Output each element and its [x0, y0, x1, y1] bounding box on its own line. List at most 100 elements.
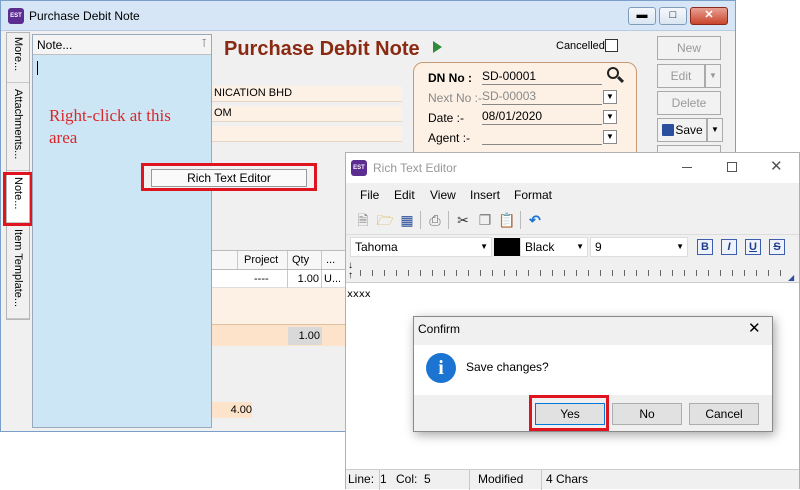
cancel-button[interactable]: Cancel [689, 403, 759, 425]
menu-insert[interactable]: Insert [470, 188, 500, 202]
save-label: Save [675, 123, 703, 137]
agent-field[interactable] [482, 129, 602, 145]
menu-format[interactable]: Format [514, 188, 552, 202]
new-button[interactable]: New [657, 36, 721, 60]
note-panel-header: Note... ⊺ [33, 35, 211, 55]
agent-label: Agent :- [428, 131, 471, 145]
grid-header-more[interactable]: ... [322, 251, 346, 269]
menu-file[interactable]: File [360, 188, 379, 202]
note-panel-title: Note... [37, 38, 73, 52]
ruler-ticks [360, 270, 790, 276]
color-swatch[interactable] [494, 238, 520, 256]
indent-marker-icon[interactable]: ↓ ↑ [348, 261, 353, 281]
minimize-button[interactable]: ▬ [628, 7, 656, 25]
undo-icon[interactable]: ↶ [526, 211, 544, 229]
italic-button[interactable]: I [721, 239, 737, 255]
save-icon[interactable]: ▦ [398, 211, 416, 229]
app-icon: EST [8, 8, 24, 24]
close-button[interactable]: ✕ [690, 7, 728, 25]
chevron-down-icon: ▼ [676, 242, 684, 251]
yes-button-highlight [529, 395, 609, 431]
grid-header: Project Qty ... [212, 250, 346, 270]
copy-icon[interactable]: ❐ [476, 211, 494, 229]
right-click-hint: Right-click at this area [49, 106, 171, 147]
next-no-value: SD-00003 [482, 89, 537, 103]
date-label: Date :- [428, 111, 465, 125]
tab-attachments[interactable]: Attachments... [7, 85, 29, 171]
grid-total-row: 1.00 [212, 324, 346, 346]
rte-maximize-icon[interactable] [727, 162, 737, 172]
new-document-icon[interactable]: 🗎 [354, 211, 372, 229]
grid-header-qty[interactable]: Qty [288, 251, 322, 269]
menu-edit[interactable]: Edit [394, 188, 415, 202]
main-title-bar[interactable]: EST Purchase Debit Note ▬ □ ✕ [1, 1, 735, 31]
address-field[interactable]: OM [212, 106, 402, 122]
cancelled-checkbox[interactable] [605, 39, 618, 52]
save-button[interactable]: Save [657, 118, 707, 142]
context-menu: Rich Text Editor [141, 163, 317, 191]
dn-no-label: DN No : [428, 71, 472, 85]
delete-button[interactable]: Delete [657, 91, 721, 115]
rte-ruler[interactable]: ↓ ↑ ◢ [346, 259, 799, 283]
agent-dropdown[interactable]: ▼ [603, 130, 617, 144]
bold-button[interactable]: B [697, 239, 713, 255]
rte-title-bar[interactable]: EST Rich Text Editor ✕ [346, 153, 799, 183]
confirm-message: Save changes? [466, 360, 549, 374]
pin-icon[interactable]: ⊺ [201, 37, 207, 50]
search-icon[interactable] [606, 66, 625, 84]
rte-toolbar: 🗎 🗁 ▦ ⎙ ✂ ❐ 📋 ↶ [346, 205, 799, 235]
date-value: 08/01/2020 [482, 109, 543, 123]
note-tab-highlight [3, 172, 33, 226]
address-field-2[interactable] [212, 126, 402, 142]
right-margin-icon[interactable]: ◢ [788, 273, 794, 282]
edit-dropdown[interactable]: ▼ [705, 64, 721, 88]
strikethrough-button[interactable]: S [769, 239, 785, 255]
edit-button[interactable]: Edit [657, 64, 705, 88]
next-no-field[interactable]: SD-00003 [482, 89, 602, 105]
underline-button[interactable]: U [745, 239, 761, 255]
dn-info-box: DN No : SD-00001 Next No :- SD-00003 ▼ D… [413, 62, 637, 160]
company-name: NICATION BHD [214, 87, 293, 99]
font-value: Tahoma [355, 240, 398, 254]
menu-view[interactable]: View [430, 188, 456, 202]
print-icon[interactable]: ⎙ [426, 211, 444, 229]
tab-more[interactable]: More... [7, 33, 29, 83]
color-select[interactable]: Black ▼ [520, 237, 588, 257]
color-value: Black [525, 240, 555, 254]
table-row[interactable]: ---- 1.00 U... [212, 270, 346, 288]
company-field[interactable]: NICATION BHD [212, 86, 402, 102]
next-no-dropdown[interactable]: ▼ [603, 90, 617, 104]
date-dropdown[interactable]: ▼ [603, 110, 617, 124]
menu-item-rich-text-editor[interactable]: Rich Text Editor [151, 169, 307, 187]
text-cursor [37, 61, 38, 75]
save-dropdown[interactable]: ▼ [707, 118, 723, 142]
window-title: Purchase Debit Note [29, 9, 140, 23]
dn-no-field[interactable]: SD-00001 [482, 69, 602, 85]
confirm-close-icon[interactable]: ✕ [748, 319, 761, 337]
rte-font-bar: Tahoma ▼ Black ▼ 9 ▼ B I U S [346, 235, 799, 259]
save-disk-icon [662, 124, 674, 136]
size-select[interactable]: 9 ▼ [590, 237, 688, 257]
status-col-value: 5 [424, 470, 470, 490]
paste-icon[interactable]: 📋 [498, 211, 516, 229]
font-select[interactable]: Tahoma ▼ [350, 237, 492, 257]
form-title: Purchase Debit Note [224, 38, 420, 60]
open-folder-icon[interactable]: 🗁 [376, 211, 394, 229]
confirm-title: Confirm [418, 322, 461, 336]
note-panel[interactable]: Note... ⊺ Right-click at this area [32, 34, 212, 428]
rte-title: Rich Text Editor [373, 161, 457, 175]
cancelled-label: Cancelled [556, 40, 605, 52]
grid-cell-uom: U... [324, 273, 342, 285]
rte-close-icon[interactable]: ✕ [770, 157, 783, 175]
no-button[interactable]: No [612, 403, 682, 425]
maximize-button[interactable]: □ [659, 7, 687, 25]
grid-empty-area [212, 288, 346, 324]
status-col-label: Col: [396, 472, 418, 486]
grid-header-project[interactable]: Project [238, 251, 288, 269]
date-field[interactable]: 08/01/2020 [482, 109, 602, 125]
rte-minimize-icon[interactable] [682, 167, 692, 168]
cut-icon[interactable]: ✂ [454, 211, 472, 229]
confirm-body: i Save changes? [414, 345, 772, 395]
tab-item-template[interactable]: Item Template... [7, 225, 29, 319]
dn-no-value: SD-00001 [482, 69, 537, 83]
